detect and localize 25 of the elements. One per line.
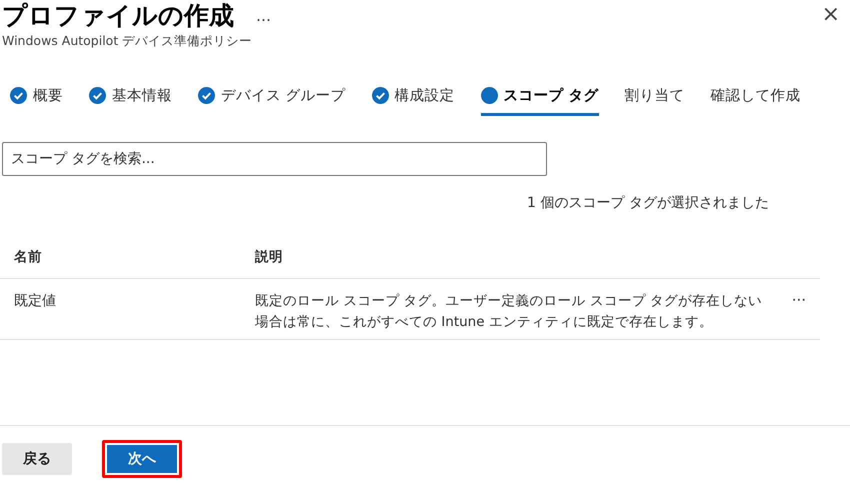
more-button[interactable]: … (256, 7, 271, 25)
filled-circle-icon (480, 87, 498, 104)
close-button[interactable]: × (812, 0, 850, 30)
wizard-step-tab[interactable]: 概要 (10, 80, 63, 116)
selection-summary: 1 個のスコープ タグが選択されました (527, 194, 769, 212)
wizard-step-tab[interactable]: デバイス グループ (198, 80, 346, 116)
page-title: プロファイルの作成 (2, 0, 234, 32)
checkmark-circle-icon (10, 87, 27, 104)
checkmark-circle-icon (372, 87, 389, 104)
wizard-step-tab[interactable]: スコープ タグ (480, 80, 599, 116)
search-field[interactable]: スコープ タグを検索... (2, 142, 547, 176)
checkmark-circle-icon (198, 87, 215, 104)
table-cell: 既定のロール スコープ タグ。ユーザー定義のロール スコープ タグが存在しない場合は常に、これがすべての Intune エンティティに既定で存在します。 (241, 278, 778, 340)
next-button[interactable]: 次へ (102, 440, 182, 478)
more-button[interactable]: ··· (792, 291, 806, 309)
table-cell: 既定値 (0, 278, 241, 340)
wizard-step-tab[interactable]: 割り当て (624, 80, 685, 116)
back-button[interactable]: 戻る (2, 443, 72, 475)
checkmark-circle-icon (89, 87, 106, 104)
page-subtitle: Windows Autopilot デバイス準備ポリシー (2, 33, 254, 50)
wizard-step-tab[interactable]: 確認して作成 (710, 80, 801, 116)
wizard-step-tab[interactable]: 構成設定 (372, 80, 455, 116)
column-header: 名前 (0, 238, 241, 278)
column-header: 説明 (241, 238, 778, 278)
wizard-step-tab[interactable]: 基本情報 (89, 80, 172, 116)
